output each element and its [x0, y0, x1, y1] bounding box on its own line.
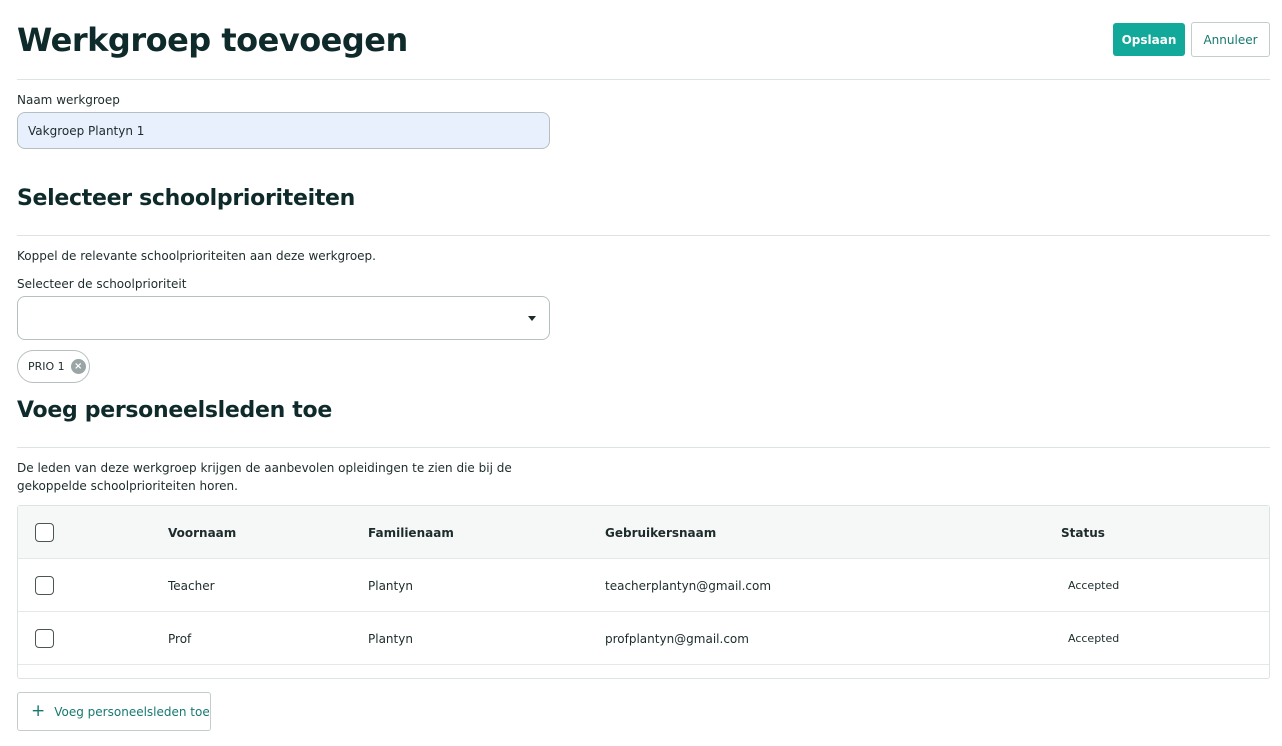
save-button[interactable]: Opslaan	[1113, 23, 1185, 56]
priorities-title: Selecteer schoolprioriteiten	[17, 186, 356, 211]
cancel-button[interactable]: Annuleer	[1191, 22, 1270, 57]
add-staff-label: Voeg personeelsleden toe	[54, 704, 210, 719]
close-circle-icon[interactable]: ×	[70, 359, 86, 374]
column-header-status[interactable]: Status	[1061, 506, 1105, 559]
select-all-checkbox[interactable]	[35, 523, 54, 542]
staff-divider	[17, 447, 1270, 448]
staff-description: De leden van deze werkgroep krijgen de a…	[17, 461, 512, 493]
column-header-last-name[interactable]: Familienaam	[368, 506, 454, 559]
add-staff-button[interactable]: + Voeg personeelsleden toe	[17, 692, 211, 731]
workgroup-name-input[interactable]	[17, 112, 550, 149]
staff-table: Voornaam Familienaam Gebruikersnaam Stat…	[17, 505, 1270, 679]
priorities-description: Koppel de relevante schoolprioriteiten a…	[17, 249, 376, 263]
last-name-cell: Plantyn	[368, 578, 413, 593]
priority-chip-label: PRIO 1	[28, 360, 65, 373]
table-row: Prof Plantyn profplantyn@gmail.com Accep…	[18, 612, 1269, 665]
first-name-cell: Teacher	[168, 578, 215, 593]
priority-chip: PRIO 1 ×	[17, 350, 90, 383]
row-checkbox[interactable]	[35, 576, 54, 595]
table-row: Teacher Plantyn teacherplantyn@gmail.com…	[18, 559, 1269, 612]
plus-icon: +	[31, 701, 46, 721]
staff-title: Voeg personeelsleden toe	[17, 398, 332, 423]
priority-select[interactable]	[17, 296, 550, 340]
column-header-first-name[interactable]: Voornaam	[168, 506, 236, 559]
header-divider	[17, 79, 1270, 80]
status-cell: Accepted	[1068, 579, 1120, 592]
page-title: Werkgroep toevoegen	[17, 21, 408, 59]
caret-down-icon	[528, 316, 536, 321]
priorities-divider	[17, 235, 1270, 236]
name-label: Naam werkgroep	[17, 93, 120, 107]
status-cell: Accepted	[1068, 632, 1120, 645]
row-checkbox[interactable]	[35, 629, 54, 648]
column-header-username[interactable]: Gebruikersnaam	[605, 506, 716, 559]
first-name-cell: Prof	[168, 631, 192, 646]
priority-select-label: Selecteer de schoolprioriteit	[17, 277, 187, 291]
username-cell: profplantyn@gmail.com	[605, 631, 749, 646]
last-name-cell: Plantyn	[368, 631, 413, 646]
username-cell: teacherplantyn@gmail.com	[605, 578, 772, 593]
table-header: Voornaam Familienaam Gebruikersnaam Stat…	[18, 506, 1269, 559]
